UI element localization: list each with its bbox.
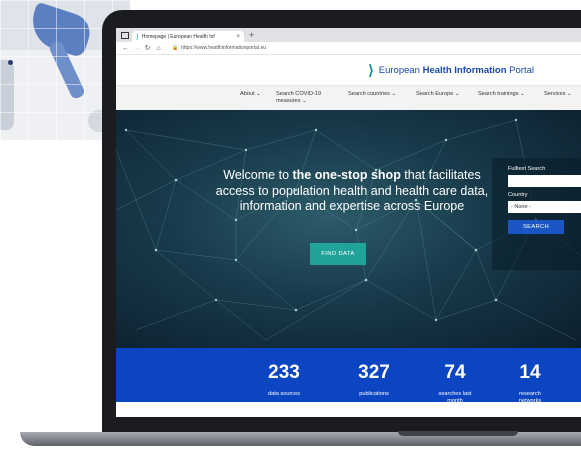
welcome-heading: Welcome to the one-stop shop that facili… xyxy=(215,168,489,213)
url-field[interactable]: 🔒 https://www.healthinformationportal.eu xyxy=(172,45,266,51)
stats-band: 233 data sources 327 publications 74 sea… xyxy=(116,348,581,404)
tab-title: Homepage | European Health Inf xyxy=(141,33,215,40)
laptop-screen: ⟩ Homepage | European Health Inf × + ← →… xyxy=(116,28,581,417)
nav-services[interactable]: Services ⌄ xyxy=(544,91,572,98)
laptop-notch xyxy=(398,431,518,436)
home-icon[interactable]: ⌂ xyxy=(153,45,164,52)
site-header: ⟩ European Health Information Portal xyxy=(116,55,581,85)
country-label: Country xyxy=(508,192,528,198)
page-bottom xyxy=(116,402,581,417)
search-button[interactable]: SEARCH xyxy=(508,220,564,234)
new-tab-icon[interactable]: + xyxy=(249,30,254,41)
stat-value-data-sources: 233 xyxy=(268,362,300,383)
fulltext-search-label: Fulltext Search xyxy=(508,166,546,172)
stat-label-data-sources: data sources xyxy=(267,391,301,397)
logo-icon[interactable]: ⟩ xyxy=(368,62,373,79)
country-select[interactable]: - None - xyxy=(508,201,581,213)
browser-tab[interactable]: ⟩ Homepage | European Health Inf × xyxy=(132,31,244,42)
lock-icon: 🔒 xyxy=(172,45,179,51)
window-icon[interactable] xyxy=(120,31,129,40)
address-bar: ← → ↻ ⌂ 🔒 https://www.healthinformationpo… xyxy=(116,42,581,55)
reload-icon[interactable]: ↻ xyxy=(142,44,153,52)
fulltext-search-input[interactable] xyxy=(508,175,581,187)
nav-about[interactable]: About ⌄ xyxy=(240,91,261,98)
stat-value-publications: 327 xyxy=(358,362,390,383)
nav-search-trainings[interactable]: Search trainings ⌄ xyxy=(478,91,525,98)
site-logo-text[interactable]: European Health Information Portal xyxy=(379,65,534,76)
main-nav: About ⌄ Search COVID-19 measures ⌄ Searc… xyxy=(116,85,581,112)
nav-search-europe[interactable]: Search Europe ⌄ xyxy=(416,91,460,98)
tab-close-icon[interactable]: × xyxy=(236,34,240,40)
stat-value-networks: 14 xyxy=(519,362,541,383)
back-icon[interactable]: ← xyxy=(120,45,131,52)
hero-banner: Welcome to the one-stop shop that facili… xyxy=(116,110,581,348)
nav-search-countries[interactable]: Search countries ⌄ xyxy=(348,91,396,98)
stat-value-searches: 74 xyxy=(444,362,466,383)
favicon-icon: ⟩ xyxy=(136,33,139,41)
search-panel: Fulltext Search Country - None - SEARCH xyxy=(492,158,581,270)
find-data-button[interactable]: FIND DATA xyxy=(310,243,366,265)
stat-label-publications: publications xyxy=(359,391,389,397)
nav-search-covid[interactable]: Search COVID-19 measures ⌄ xyxy=(276,91,321,104)
browser-tab-bar: ⟩ Homepage | European Health Inf × + xyxy=(116,28,581,42)
forward-icon[interactable]: → xyxy=(131,45,142,52)
